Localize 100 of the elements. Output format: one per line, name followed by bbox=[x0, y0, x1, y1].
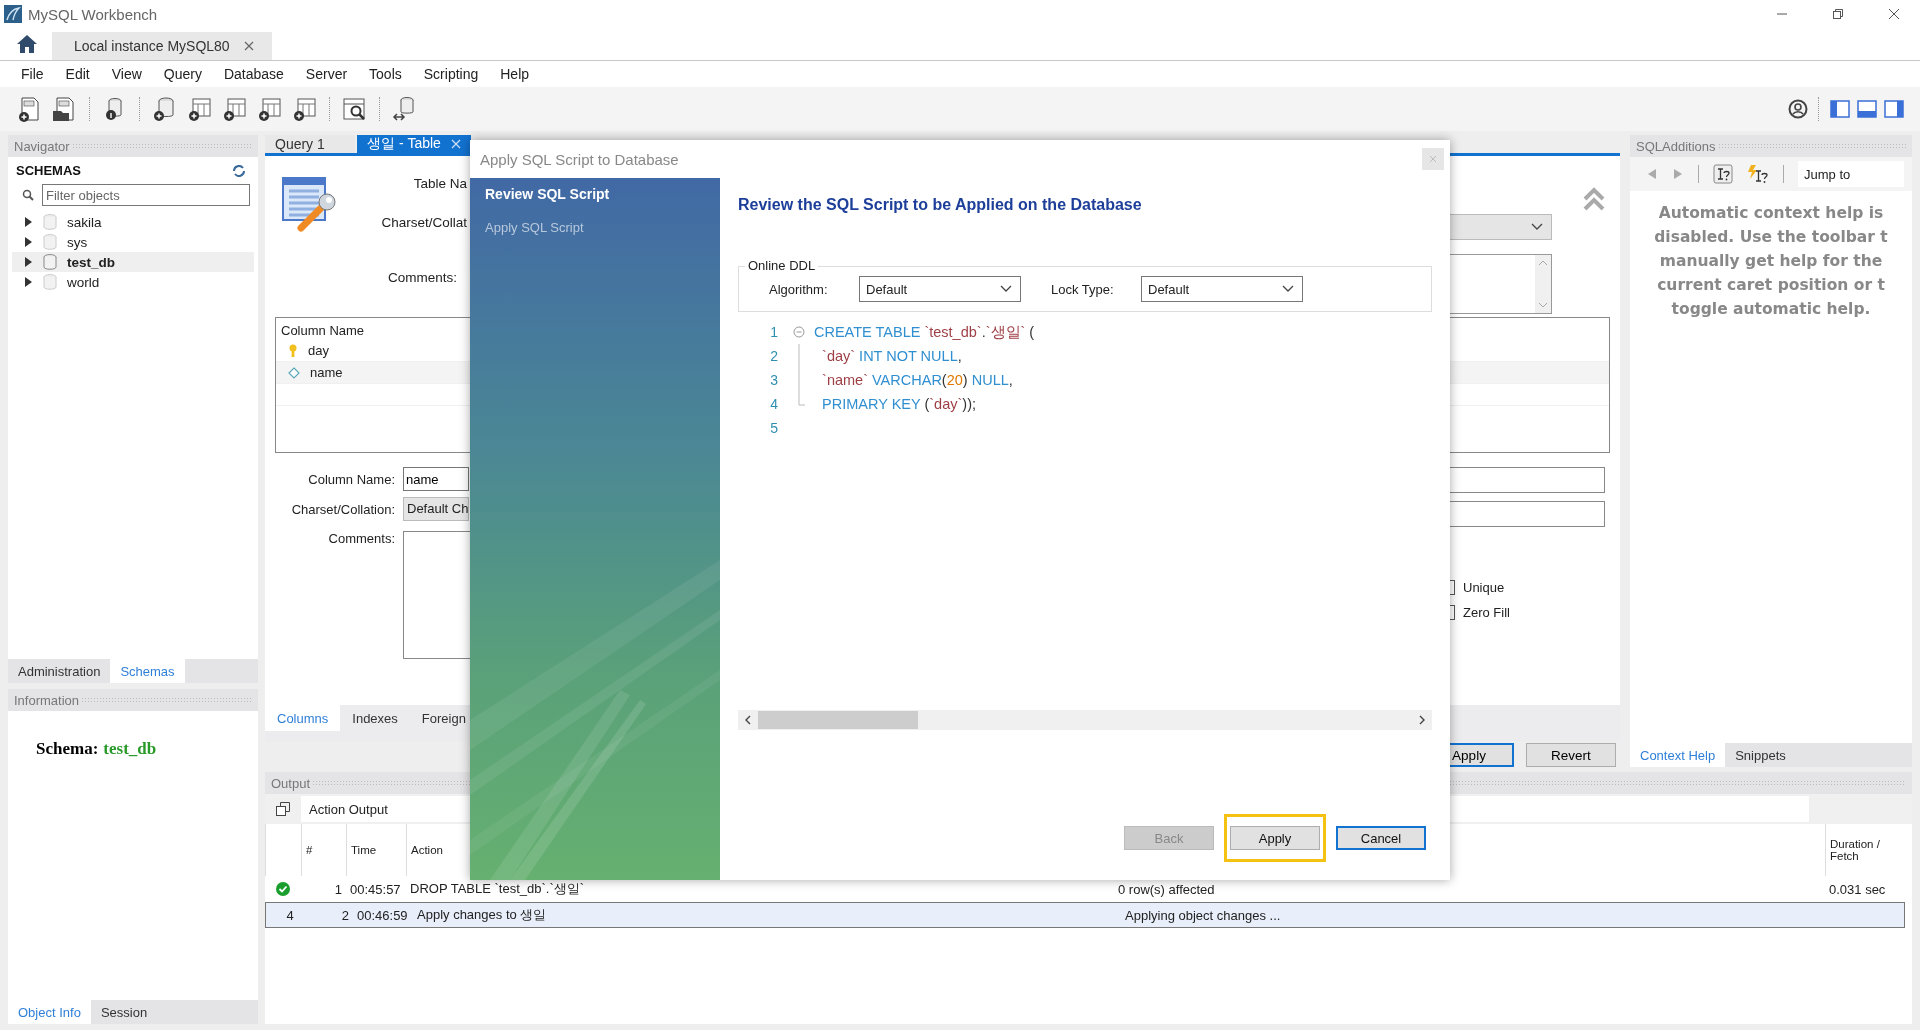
sidebar-tab[interactable]: Context Help bbox=[1630, 743, 1726, 767]
dialog-title: Apply SQL Script to Database bbox=[480, 150, 679, 168]
help-text: disabled. Use the toolbar t bbox=[1654, 227, 1888, 248]
output-row[interactable]: 4 2 00:46:59 Apply changes to 생일 Applying object changes ... bbox=[265, 902, 1905, 928]
info-tab[interactable]: Object Info bbox=[8, 1000, 91, 1024]
table-cell-text: 0 row(s) affected bbox=[1117, 881, 1216, 897]
code-line: `day` INT NOT NULL, bbox=[821, 348, 962, 364]
menu-item[interactable]: Query bbox=[152, 66, 213, 82]
charset-dropdown[interactable]: Default Ch bbox=[403, 497, 469, 521]
refresh-icon[interactable] bbox=[232, 164, 246, 177]
info-tab[interactable]: Session bbox=[90, 1000, 158, 1024]
panel-header: Information bbox=[8, 689, 258, 711]
column-header: Time bbox=[346, 824, 406, 876]
checkbox-label: Zero Fill bbox=[1463, 605, 1510, 620]
line-number: 2 bbox=[769, 348, 778, 364]
field-label: Comments: bbox=[327, 531, 395, 546]
sidebar-tab[interactable]: Administration bbox=[8, 659, 111, 683]
output-row[interactable]: 1 00:45:57 DROP TABLE `test_db`.`생일` 0 row(s) affected 0.031 sec bbox=[265, 876, 1905, 902]
field-label: Lock Type: bbox=[1051, 281, 1115, 297]
menu-item[interactable]: Database bbox=[212, 66, 295, 82]
procedure-plus-icon[interactable] bbox=[256, 95, 284, 123]
help-text: toggle automatic help. bbox=[1671, 299, 1871, 320]
column-header: Duration / Fetch bbox=[1825, 824, 1905, 876]
menu-item[interactable]: Edit bbox=[54, 66, 101, 82]
schema-item[interactable]: sakila bbox=[12, 212, 254, 232]
sidebar-tab[interactable]: Snippets bbox=[1725, 743, 1796, 767]
table-cell-text: 1 bbox=[333, 881, 343, 897]
database-icon bbox=[43, 214, 57, 230]
menu-item[interactable]: View bbox=[100, 66, 153, 82]
sidebar-toggle-icon[interactable] bbox=[1830, 99, 1850, 119]
menu-item[interactable]: File bbox=[10, 66, 55, 82]
table-cell-text: 0.031 sec bbox=[1828, 881, 1887, 897]
connection-tab[interactable]: Local instance MySQL80 bbox=[52, 32, 272, 60]
line-number: 3 bbox=[769, 372, 778, 388]
key-icon bbox=[288, 343, 298, 358]
line-number: 5 bbox=[769, 420, 778, 436]
field-label: Comments: bbox=[387, 270, 457, 285]
filter-field[interactable]: Filter objects bbox=[42, 184, 250, 206]
status-text: 4 bbox=[286, 907, 294, 923]
table-cell-text: DROP TABLE `test_db`.`생일` bbox=[409, 880, 586, 898]
checkbox-label: Unique bbox=[1463, 580, 1505, 595]
table-wrench-icon bbox=[281, 174, 339, 232]
jump-to-dropdown[interactable]: Jump to bbox=[1798, 161, 1904, 187]
wizard-step: Review SQL Script bbox=[485, 186, 720, 202]
group-legend: Online DDL bbox=[745, 258, 819, 273]
user-icon[interactable] bbox=[1788, 99, 1808, 119]
scroll-left-icon[interactable] bbox=[744, 715, 752, 725]
editor-section-tab[interactable]: Columns bbox=[265, 705, 341, 731]
context-help-icon[interactable] bbox=[1713, 164, 1733, 184]
horizontal-scrollbar[interactable] bbox=[738, 710, 1432, 730]
table-cell-text: Applying object changes ... bbox=[1124, 907, 1282, 923]
table-plus-icon[interactable] bbox=[186, 95, 214, 123]
table-cell-text: 2 bbox=[340, 907, 350, 923]
code-line: PRIMARY KEY (`day`)); bbox=[821, 396, 976, 412]
menu-item[interactable]: Tools bbox=[358, 66, 413, 82]
schema-label: Schema: bbox=[36, 739, 99, 758]
view-plus-icon[interactable] bbox=[221, 95, 249, 123]
function-plus-icon[interactable] bbox=[291, 95, 319, 123]
editor-section-tab[interactable]: Indexes bbox=[340, 705, 410, 731]
window-title: MySQL Workbench bbox=[28, 5, 158, 23]
field-label: Algorithm: bbox=[769, 281, 829, 297]
menu-item[interactable]: Server bbox=[294, 66, 359, 82]
editor-tab[interactable]: 생일 - Table bbox=[357, 135, 471, 153]
help-text: manually get help for the bbox=[1659, 251, 1883, 272]
auto-help-icon[interactable] bbox=[1747, 164, 1769, 184]
output-toggle-icon[interactable] bbox=[1857, 99, 1877, 119]
help-text: current caret position or t bbox=[1657, 275, 1885, 296]
secondary-sidebar-toggle-icon[interactable] bbox=[1884, 99, 1904, 119]
schema-item[interactable]: world bbox=[12, 272, 254, 292]
schema-item[interactable]: test_db bbox=[12, 252, 254, 272]
dialog-button[interactable]: Cancel bbox=[1336, 826, 1426, 850]
editor-button[interactable]: Revert bbox=[1526, 743, 1616, 767]
field-label: Charset/Collat bbox=[381, 215, 467, 230]
home-icon[interactable] bbox=[16, 34, 38, 54]
table-cell-text: 00:45:57 bbox=[349, 881, 402, 897]
menu-item[interactable]: Help bbox=[489, 66, 541, 82]
line-number: 1 bbox=[769, 324, 778, 340]
restore-icon[interactable] bbox=[1832, 8, 1844, 20]
table-cell-text: Apply changes to 생일 bbox=[416, 906, 548, 924]
code-line: `name` VARCHAR(20) NULL, bbox=[821, 372, 1013, 388]
sidebar-tab[interactable]: Schemas bbox=[110, 659, 185, 683]
chevron-down-icon bbox=[1282, 285, 1294, 293]
database-icon bbox=[43, 254, 57, 270]
scroll-right-icon[interactable] bbox=[1418, 715, 1426, 725]
close-icon[interactable] bbox=[243, 41, 254, 51]
chevron-down-icon bbox=[1000, 285, 1012, 293]
schema-item[interactable]: sys bbox=[12, 232, 254, 252]
chevron-down-icon bbox=[1531, 223, 1543, 231]
algorithm-dropdown[interactable]: Default bbox=[859, 276, 1021, 302]
table-cell-text: 00:46:59 bbox=[356, 907, 409, 923]
column-name-field[interactable]: name bbox=[403, 467, 469, 491]
close-icon[interactable] bbox=[1888, 8, 1900, 20]
line-number: 4 bbox=[769, 396, 778, 412]
help-text: Automatic context help is bbox=[1658, 203, 1884, 224]
editor-tab[interactable]: Query 1 bbox=[265, 135, 355, 153]
column-header: Column Name bbox=[280, 322, 366, 340]
lock-type-dropdown[interactable]: Default bbox=[1141, 276, 1303, 302]
copy-icon[interactable] bbox=[275, 801, 291, 817]
menu-item[interactable]: Scripting bbox=[412, 66, 490, 82]
dialog-button[interactable]: Apply bbox=[1230, 826, 1320, 850]
